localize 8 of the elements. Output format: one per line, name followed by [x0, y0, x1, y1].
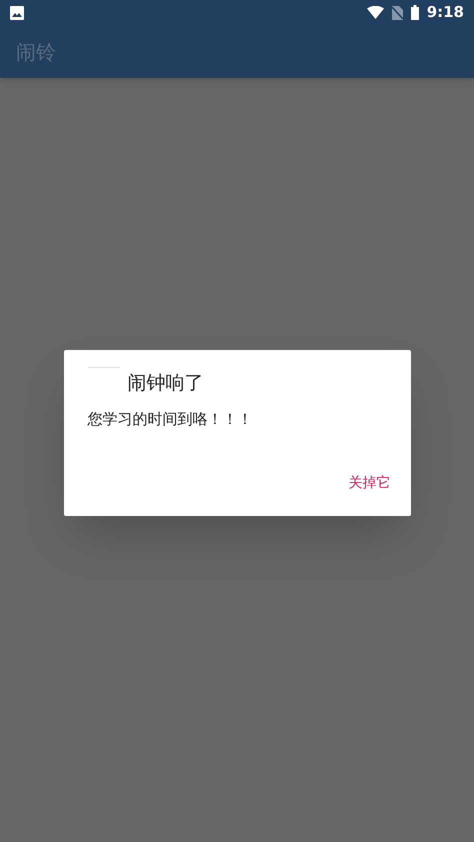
- dismiss-button[interactable]: 关掉它: [338, 469, 400, 498]
- picture-icon: [10, 6, 24, 20]
- wifi-icon: [366, 6, 384, 19]
- no-sim-icon: [392, 6, 403, 20]
- battery-icon: [410, 5, 419, 20]
- dialog-message: 您学习的时间到咯！！！: [88, 408, 254, 430]
- dialog-title: 闹钟响了: [128, 371, 204, 396]
- status-time: 9:18: [426, 2, 464, 24]
